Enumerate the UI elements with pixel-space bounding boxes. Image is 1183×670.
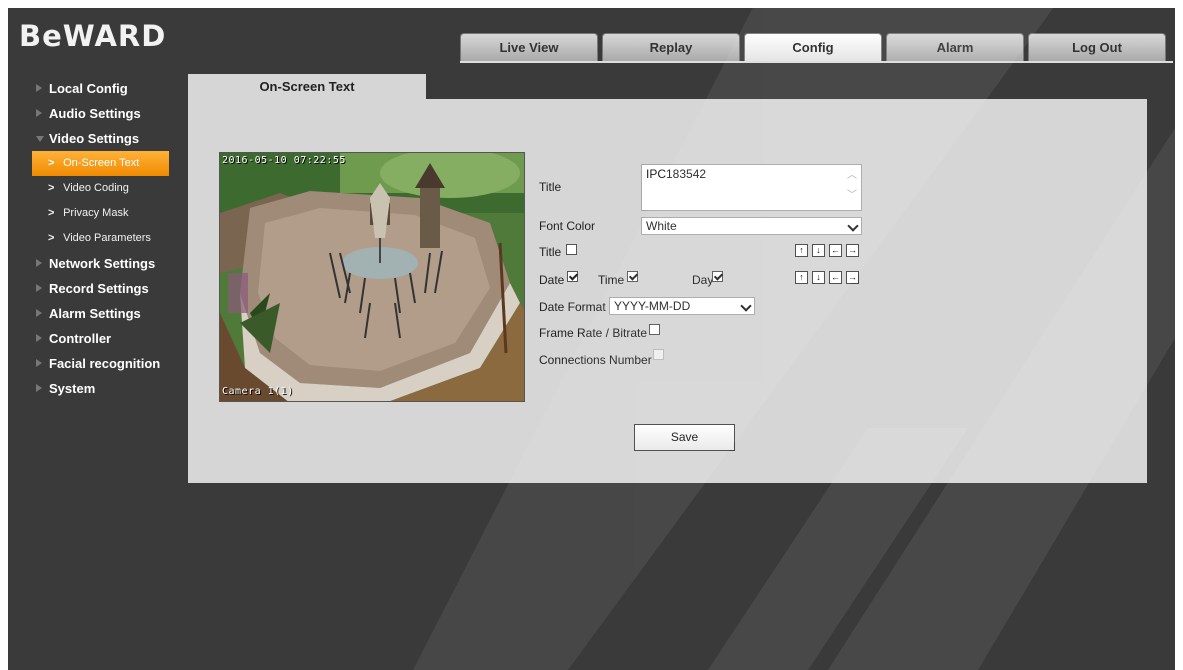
sidebar-subitem-label: On-Screen Text: [63, 157, 140, 169]
font-color-label: Font Color: [539, 219, 596, 233]
sidebar-item-label: Local Config: [49, 81, 128, 96]
arrow-left-button[interactable]: ←: [829, 244, 842, 257]
sidebar-item-label: Audio Settings: [49, 106, 141, 121]
sidebar-subitem-on-screen-text[interactable]: > On-Screen Text: [32, 151, 169, 176]
date-format-label: Date Format: [539, 300, 606, 314]
chevron-right-icon: >: [48, 232, 55, 244]
title-textarea[interactable]: IPC183542 ︿ ﹀: [641, 164, 862, 211]
triangle-down-icon: [36, 136, 44, 142]
day-checkbox[interactable]: [712, 271, 723, 282]
arrow-down-button[interactable]: ↓: [812, 244, 825, 257]
time-label: Time: [598, 273, 625, 287]
time-checkbox[interactable]: [627, 271, 638, 282]
chevron-right-icon: >: [48, 157, 55, 169]
osd-camera-name: Camera 1(1): [222, 386, 294, 397]
date-format-select[interactable]: YYYY-MM-DD: [609, 297, 755, 315]
title-label: Title: [539, 180, 562, 194]
arrow-up-button[interactable]: ↑: [795, 271, 808, 284]
chevron-down-icon: [740, 300, 752, 312]
tab-log-out[interactable]: Log Out: [1028, 33, 1166, 61]
sidebar-item-label: System: [49, 381, 96, 396]
sidebar-item-record-settings[interactable]: Record Settings: [32, 276, 192, 301]
sidebar-item-system[interactable]: System: [32, 376, 192, 401]
title-check-label: Title: [539, 245, 562, 259]
sidebar-subitem-privacy-mask[interactable]: > Privacy Mask: [32, 201, 192, 226]
sidebar-item-label: Record Settings: [49, 281, 149, 296]
date-checkbox[interactable]: [567, 271, 578, 282]
sidebar-item-label: Alarm Settings: [49, 306, 141, 321]
settings-panel: 2016-05-10 07:22:55 Camera 1(1) Title IP…: [188, 99, 1147, 483]
day-label: Day: [692, 273, 714, 287]
tab-bar-divider: [460, 61, 1173, 63]
date-format-value: YYYY-MM-DD: [614, 299, 691, 313]
app-frame: BeWARD Live View Replay Config Alarm Log…: [8, 8, 1175, 670]
tab-config[interactable]: Config: [744, 33, 882, 61]
scroll-down-icon[interactable]: ﹀: [847, 191, 857, 201]
title-checkbox[interactable]: [566, 244, 577, 255]
chevron-right-icon: >: [48, 182, 55, 194]
tab-live-view[interactable]: Live View: [460, 33, 598, 61]
frame-rate-checkbox[interactable]: [649, 324, 660, 335]
triangle-right-icon: [36, 84, 42, 92]
beward-logo: BeWARD: [19, 19, 167, 53]
datetime-position-arrows: ↑ ↓ ← →: [795, 271, 859, 284]
tab-alarm[interactable]: Alarm: [886, 33, 1024, 61]
sidebar-item-controller[interactable]: Controller: [32, 326, 192, 351]
font-color-select[interactable]: White: [641, 217, 862, 235]
sidebar-subitem-video-coding[interactable]: > Video Coding: [32, 176, 192, 201]
scroll-up-icon[interactable]: ︿: [847, 171, 857, 181]
triangle-right-icon: [36, 309, 42, 317]
triangle-right-icon: [36, 359, 42, 367]
triangle-right-icon: [36, 109, 42, 117]
font-color-value: White: [646, 219, 677, 233]
sidebar-subitem-label: Video Parameters: [63, 232, 151, 244]
sidebar-subitem-label: Video Coding: [63, 182, 129, 194]
arrow-right-button[interactable]: →: [846, 244, 859, 257]
sidebar-item-label: Facial recognition: [49, 356, 161, 371]
sidebar-item-audio-settings[interactable]: Audio Settings: [32, 101, 192, 126]
sidebar: Local Config Audio Settings Video Settin…: [32, 76, 192, 401]
settings-panel-body: 2016-05-10 07:22:55 Camera 1(1) Title IP…: [191, 101, 1147, 483]
sidebar-item-network-settings[interactable]: Network Settings: [32, 251, 192, 276]
arrow-up-button[interactable]: ↑: [795, 244, 808, 257]
sidebar-item-alarm-settings[interactable]: Alarm Settings: [32, 301, 192, 326]
triangle-right-icon: [36, 384, 42, 392]
date-label: Date: [539, 273, 565, 287]
main-tabs: Live View Replay Config Alarm Log Out: [460, 33, 1166, 61]
title-value: IPC183542: [646, 167, 707, 181]
arrow-left-button[interactable]: ←: [829, 271, 842, 284]
triangle-right-icon: [36, 259, 42, 267]
frame-rate-label: Frame Rate / Bitrate: [539, 326, 648, 340]
connections-checkbox[interactable]: [653, 349, 664, 360]
arrow-right-button[interactable]: →: [846, 271, 859, 284]
chevron-down-icon: [847, 220, 859, 232]
sidebar-item-label: Video Settings: [49, 131, 140, 146]
sidebar-item-local-config[interactable]: Local Config: [32, 76, 192, 101]
osd-datetime: 2016-05-10 07:22:55: [222, 155, 346, 166]
content-tab-on-screen-text[interactable]: On-Screen Text: [188, 74, 426, 99]
sidebar-subitem-label: Privacy Mask: [63, 207, 129, 219]
triangle-right-icon: [36, 334, 42, 342]
camera-scene-image: [220, 153, 524, 401]
tab-replay[interactable]: Replay: [602, 33, 740, 61]
sidebar-item-video-settings[interactable]: Video Settings: [32, 126, 192, 151]
title-position-arrows: ↑ ↓ ← →: [795, 244, 859, 257]
sidebar-item-facial-recognition[interactable]: Facial recognition: [32, 351, 192, 376]
triangle-right-icon: [36, 284, 42, 292]
connections-label: Connections Number: [539, 353, 652, 367]
chevron-right-icon: >: [48, 207, 55, 219]
sidebar-item-label: Controller: [49, 331, 112, 346]
sidebar-subitem-video-parameters[interactable]: > Video Parameters: [32, 226, 192, 251]
sidebar-item-label: Network Settings: [49, 256, 156, 271]
camera-preview[interactable]: 2016-05-10 07:22:55 Camera 1(1): [219, 152, 525, 402]
save-button[interactable]: Save: [634, 424, 735, 451]
arrow-down-button[interactable]: ↓: [812, 271, 825, 284]
